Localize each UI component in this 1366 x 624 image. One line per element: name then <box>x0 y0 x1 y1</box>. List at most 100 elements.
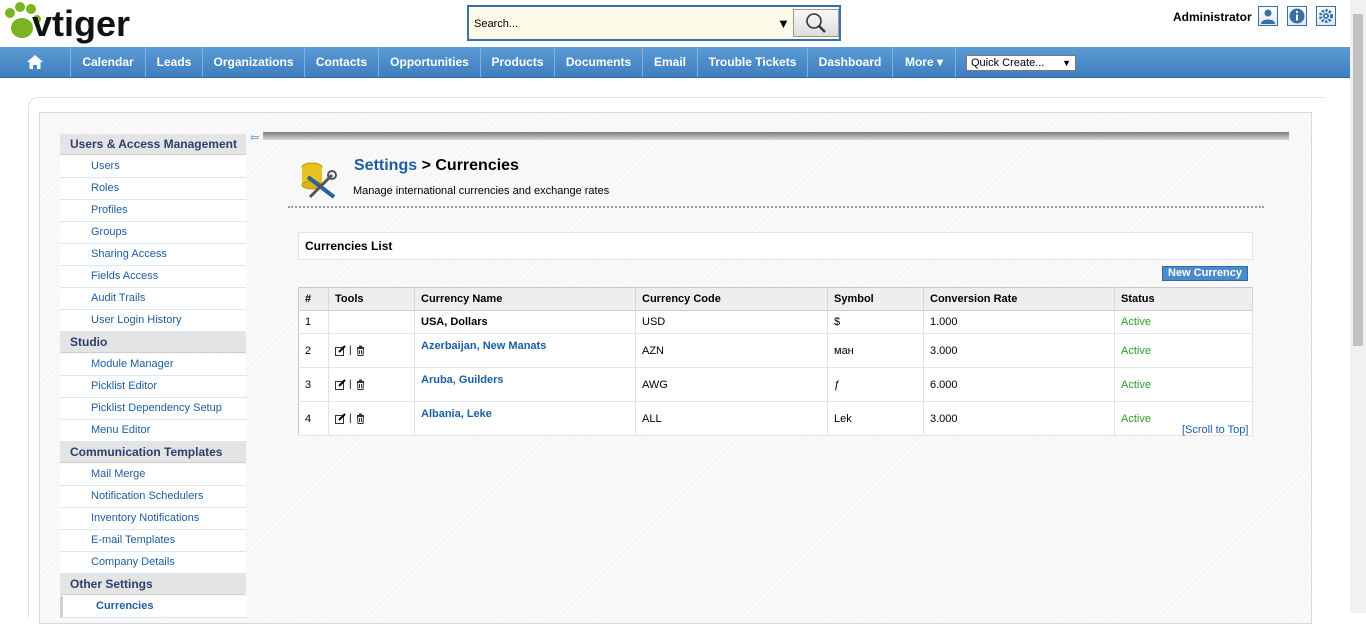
menu-more[interactable]: More ▾ <box>893 47 956 77</box>
chevron-down-icon: ▼ <box>1062 58 1071 68</box>
edit-icon[interactable] <box>335 379 346 391</box>
sidebar-item-picklist-editor[interactable]: Picklist Editor <box>60 376 246 398</box>
menu-documents[interactable]: Documents <box>555 47 643 77</box>
vtiger-logo[interactable]: vtiger <box>2 0 167 46</box>
user-profile-icon[interactable] <box>1258 6 1278 26</box>
trash-icon[interactable] <box>355 345 366 357</box>
quick-create-select[interactable]: Quick Create... ▼ <box>966 55 1076 71</box>
menu-opportunities[interactable]: Opportunities <box>379 47 481 77</box>
table-row: 1 USA, Dollars USD $ 1.000 Active <box>298 310 1253 334</box>
content-top-bar <box>263 132 1289 140</box>
currency-name-link[interactable]: Albania, Leke <box>421 408 492 420</box>
sidebar-item-roles[interactable]: Roles <box>60 178 246 200</box>
sidebar-item-company-details[interactable]: Company Details <box>60 552 246 574</box>
page-scrollbar[interactable] <box>1350 0 1366 613</box>
conversion-rate: 1.000 <box>923 310 1115 334</box>
quick-create-label: Quick Create... <box>971 57 1045 69</box>
currency-code: ALL <box>635 401 828 436</box>
settings-tools-icon <box>296 157 340 201</box>
current-user-name[interactable]: Administrator <box>1173 10 1252 24</box>
sidebar-collapse-arrow-icon[interactable]: ⇦ <box>250 131 259 144</box>
edit-icon[interactable] <box>335 413 346 425</box>
search-input[interactable] <box>472 11 776 37</box>
col-header-currency-name[interactable]: Currency Name <box>414 287 636 311</box>
sidebar-heading-studio: Studio <box>60 332 246 353</box>
dotted-divider <box>288 206 1264 208</box>
status-badge: Active <box>1121 378 1151 391</box>
table-header-row: # Tools Currency Name Currency Code Symb… <box>298 287 1253 311</box>
tool-separator: | <box>349 345 352 357</box>
magnifier-icon <box>806 13 826 33</box>
page-title: Settings > Currencies <box>354 157 519 175</box>
info-icon[interactable] <box>1287 6 1307 26</box>
menu-leads[interactable]: Leads <box>146 47 203 77</box>
home-tab[interactable] <box>0 47 71 77</box>
search-dropdown-arrow[interactable]: ▼ <box>777 16 790 31</box>
currency-code: AZN <box>635 333 828 368</box>
scroll-to-top-link[interactable]: [Scroll to Top] <box>1182 424 1248 436</box>
page-subtitle: Manage international currencies and exch… <box>353 185 610 197</box>
conversion-rate: 6.000 <box>923 367 1115 402</box>
sidebar-item-module-manager[interactable]: Module Manager <box>60 354 246 376</box>
sidebar-heading-communication-templates: Communication Templates <box>60 442 246 463</box>
menu-calendar[interactable]: Calendar <box>71 47 146 77</box>
main-menu-bar: Calendar Leads Organizations Contacts Op… <box>0 47 1350 78</box>
sidebar-item-user-login-history[interactable]: User Login History <box>60 310 246 332</box>
col-header-symbol[interactable]: Symbol <box>827 287 924 311</box>
currency-name-link[interactable]: Aruba, Guilders <box>421 374 504 386</box>
breadcrumb-current: Currencies <box>435 157 519 174</box>
col-header-currency-code[interactable]: Currency Code <box>635 287 828 311</box>
col-header-conversion-rate[interactable]: Conversion Rate <box>923 287 1115 311</box>
table-row: 2 | Azerbaijan, New Manats AZN ман 3.000… <box>298 333 1253 368</box>
breadcrumb-settings-link[interactable]: Settings <box>354 157 417 174</box>
currencies-table: # Tools Currency Name Currency Code Symb… <box>298 287 1253 436</box>
currency-code: USD <box>635 310 828 334</box>
sidebar-item-mail-merge[interactable]: Mail Merge <box>60 464 246 486</box>
sidebar-item-menu-editor[interactable]: Menu Editor <box>60 420 246 442</box>
sidebar-item-fields-access[interactable]: Fields Access <box>60 266 246 288</box>
menu-organizations[interactable]: Organizations <box>203 47 305 77</box>
menu-trouble-tickets[interactable]: Trouble Tickets <box>698 47 808 77</box>
search-button[interactable] <box>793 9 839 37</box>
status-badge: Active <box>1121 412 1151 425</box>
sidebar-item-profiles[interactable]: Profiles <box>60 200 246 222</box>
sidebar-item-notification-schedulers[interactable]: Notification Schedulers <box>60 486 246 508</box>
logo-text: vtiger <box>32 3 131 44</box>
sidebar-item-sharing-access[interactable]: Sharing Access <box>60 244 246 266</box>
conversion-rate: 3.000 <box>923 333 1115 368</box>
new-currency-button[interactable]: New Currency <box>1162 266 1248 281</box>
menu-email[interactable]: Email <box>643 47 698 77</box>
status-badge: Active <box>1121 344 1151 357</box>
sidebar-item-groups[interactable]: Groups <box>60 222 246 244</box>
scrollbar-thumb[interactable] <box>1353 14 1363 346</box>
row-tools: | <box>328 333 415 368</box>
currency-symbol: Lek <box>827 401 924 436</box>
currency-code: AWG <box>635 367 828 402</box>
table-row: 3 | Aruba, Guilders AWG ƒ 6.000 Active <box>298 367 1253 402</box>
gear-icon[interactable] <box>1316 6 1336 26</box>
menu-contacts[interactable]: Contacts <box>305 47 379 77</box>
row-tools: | <box>328 401 415 436</box>
menu-products[interactable]: Products <box>481 47 555 77</box>
edit-icon[interactable] <box>335 345 346 357</box>
status-badge: Active <box>1121 316 1151 328</box>
trash-icon[interactable] <box>355 379 366 391</box>
trash-icon[interactable] <box>355 413 366 425</box>
menu-dashboard[interactable]: Dashboard <box>808 47 893 77</box>
sidebar-item-audit-trails[interactable]: Audit Trails <box>60 288 246 310</box>
sidebar-item-email-templates[interactable]: E-mail Templates <box>60 530 246 552</box>
sidebar-item-inventory-notifications[interactable]: Inventory Notifications <box>60 508 246 530</box>
currency-name: USA, Dollars <box>421 316 488 328</box>
global-search: ▼ <box>467 5 841 41</box>
currency-name-link[interactable]: Azerbaijan, New Manats <box>421 340 546 352</box>
row-number: 4 <box>298 401 329 436</box>
row-tools: | <box>328 367 415 402</box>
sidebar-item-currencies[interactable]: Currencies <box>60 596 246 618</box>
sidebar-item-picklist-dependency-setup[interactable]: Picklist Dependency Setup <box>60 398 246 420</box>
sidebar-item-users[interactable]: Users <box>60 156 246 178</box>
col-header-number: # <box>298 287 329 311</box>
col-header-status[interactable]: Status <box>1114 287 1253 311</box>
sidebar-heading-other-settings: Other Settings <box>60 574 246 595</box>
row-number: 3 <box>298 367 329 402</box>
table-row: 4 | Albania, Leke ALL Lek 3.000 Active <box>298 401 1253 436</box>
